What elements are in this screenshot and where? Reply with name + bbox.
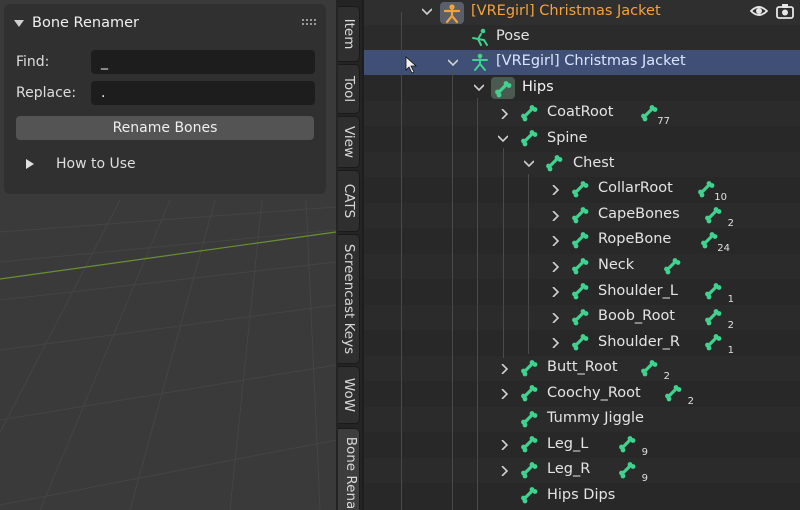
chevron-right-icon[interactable] (551, 236, 561, 246)
bone-icon (520, 383, 540, 403)
chevron-right-icon[interactable] (500, 364, 510, 374)
bone-icon (520, 103, 540, 123)
bone-icon (520, 358, 540, 378)
bone-icon (663, 256, 683, 276)
bone-icon (571, 205, 591, 225)
bone-shoulder-l-label[interactable]: Shoulder_L (598, 283, 678, 299)
tab-screencast-keys[interactable]: Screencast Keys (338, 234, 360, 364)
panel-title: Bone Renamer (32, 15, 139, 31)
children-badge: 2 (663, 383, 694, 407)
bone-chest-label[interactable]: Chest (573, 155, 614, 171)
bone-neck-label[interactable]: Neck (598, 257, 634, 273)
bone-icon (571, 256, 591, 276)
armature-object-icon (440, 2, 464, 24)
mouse-cursor-icon (405, 56, 418, 74)
bone-butt-root-label[interactable]: Butt_Root (547, 359, 618, 375)
children-badge: 9 (617, 434, 648, 458)
children-badge: 2 (639, 358, 670, 382)
sidebar-tabs: Item Tool View CATS Screencast Keys WoW … (336, 0, 362, 510)
children-badge: 1 (703, 281, 734, 305)
camera-icon[interactable] (776, 2, 794, 20)
3d-viewport[interactable]: Bone Renamer Find: _ Replace: . Rename B… (0, 0, 336, 510)
outliner: [VREgirl] Christmas Jacket Pose [VREgirl… (364, 0, 800, 510)
bone-icon (520, 434, 540, 454)
bone-icon (520, 409, 540, 429)
children-badge: 2 (703, 307, 734, 331)
bone-icon (520, 128, 540, 148)
bone-capebones-label[interactable]: CapeBones (598, 206, 680, 222)
tab-wow[interactable]: WoW (338, 366, 360, 424)
drag-grip-icon[interactable] (302, 19, 316, 27)
chevron-right-icon[interactable] (500, 440, 510, 450)
pose-label[interactable]: Pose (496, 28, 530, 44)
row-visibility-icons (750, 2, 794, 20)
chevron-right-icon[interactable] (551, 338, 561, 348)
pose-icon (472, 28, 488, 46)
bone-leg-l-label[interactable]: Leg_L (547, 436, 588, 452)
how-to-use-subpanel[interactable]: How to Use (16, 156, 136, 172)
how-to-use-label: How to Use (56, 156, 136, 172)
chevron-down-icon[interactable] (524, 159, 534, 169)
tab-item[interactable]: Item (338, 6, 360, 62)
bone-leg-r-label[interactable]: Leg_R (547, 461, 590, 477)
bone-icon (571, 281, 591, 301)
bone-collarroot-label[interactable]: CollarRoot (598, 180, 673, 196)
armature-data-label[interactable]: [VREgirl] Christmas Jacket (496, 53, 686, 69)
children-badge: 1 (703, 332, 734, 356)
chevron-down-icon[interactable] (448, 58, 458, 68)
replace-label: Replace: (16, 85, 77, 101)
bone-icon (520, 485, 540, 505)
children-badge: 24 (699, 230, 730, 254)
eye-icon[interactable] (750, 2, 768, 20)
collapse-triangle-icon[interactable] (14, 19, 24, 27)
bone-coatroot-label[interactable]: CoatRoot (547, 104, 613, 120)
bone-boob-root-label[interactable]: Boob_Root (598, 308, 675, 324)
chevron-down-icon[interactable] (498, 134, 508, 144)
chevron-right-icon[interactable] (551, 211, 561, 221)
armature-data-icon (472, 53, 488, 71)
find-label: Find: (16, 54, 50, 70)
children-badge: 2 (703, 205, 734, 229)
bone-icon (571, 332, 591, 352)
children-badge: 9 (617, 460, 648, 484)
chevron-right-icon[interactable] (500, 109, 510, 119)
replace-field[interactable]: . (91, 81, 315, 105)
chevron-right-icon[interactable] (551, 313, 561, 323)
bone-icon (520, 460, 540, 480)
chevron-right-icon[interactable] (500, 389, 510, 399)
bone-icon (491, 77, 515, 100)
replace-row: Replace: . (16, 81, 315, 105)
bone-tummy-jiggle-label[interactable]: Tummy Jiggle (547, 410, 644, 426)
chevron-right-icon[interactable] (551, 185, 561, 195)
chevron-down-icon[interactable] (474, 83, 484, 93)
tab-view[interactable]: View (338, 116, 360, 168)
chevron-right-icon[interactable] (551, 262, 561, 272)
chevron-right-icon[interactable] (500, 466, 510, 476)
bone-icon (571, 230, 591, 250)
bone-shoulder-r-label[interactable]: Shoulder_R (598, 334, 680, 350)
find-field[interactable]: _ (91, 50, 315, 74)
bone-ropebone-label[interactable]: RopeBone (598, 231, 671, 247)
rename-bones-button[interactable]: Rename Bones (16, 116, 314, 140)
expand-triangle-icon[interactable] (26, 159, 34, 169)
tab-tool[interactable]: Tool (338, 64, 360, 114)
children-badge: 77 (639, 103, 670, 127)
children-badge: 10 (696, 179, 727, 203)
armature-object-label[interactable]: [VREgirl] Christmas Jacket (471, 3, 661, 19)
bone-icon (571, 307, 591, 327)
tab-cats[interactable]: CATS (338, 170, 360, 232)
bone-hips-label[interactable]: Hips (522, 79, 554, 95)
bone-hips-dips-label[interactable]: Hips Dips (547, 487, 615, 503)
bone-coochy-root-label[interactable]: Coochy_Root (547, 385, 641, 401)
find-row: Find: _ (16, 50, 315, 74)
tab-bone-renamer[interactable]: Bone Rena (338, 428, 360, 510)
bone-spine-label[interactable]: Spine (547, 130, 588, 146)
chevron-right-icon[interactable] (551, 287, 561, 297)
bone-icon (545, 153, 565, 173)
chevron-down-icon[interactable] (422, 7, 432, 17)
bone-renamer-panel: Bone Renamer Find: _ Replace: . Rename B… (4, 4, 326, 194)
panel-header[interactable]: Bone Renamer (4, 4, 326, 42)
bone-icon (571, 179, 591, 199)
